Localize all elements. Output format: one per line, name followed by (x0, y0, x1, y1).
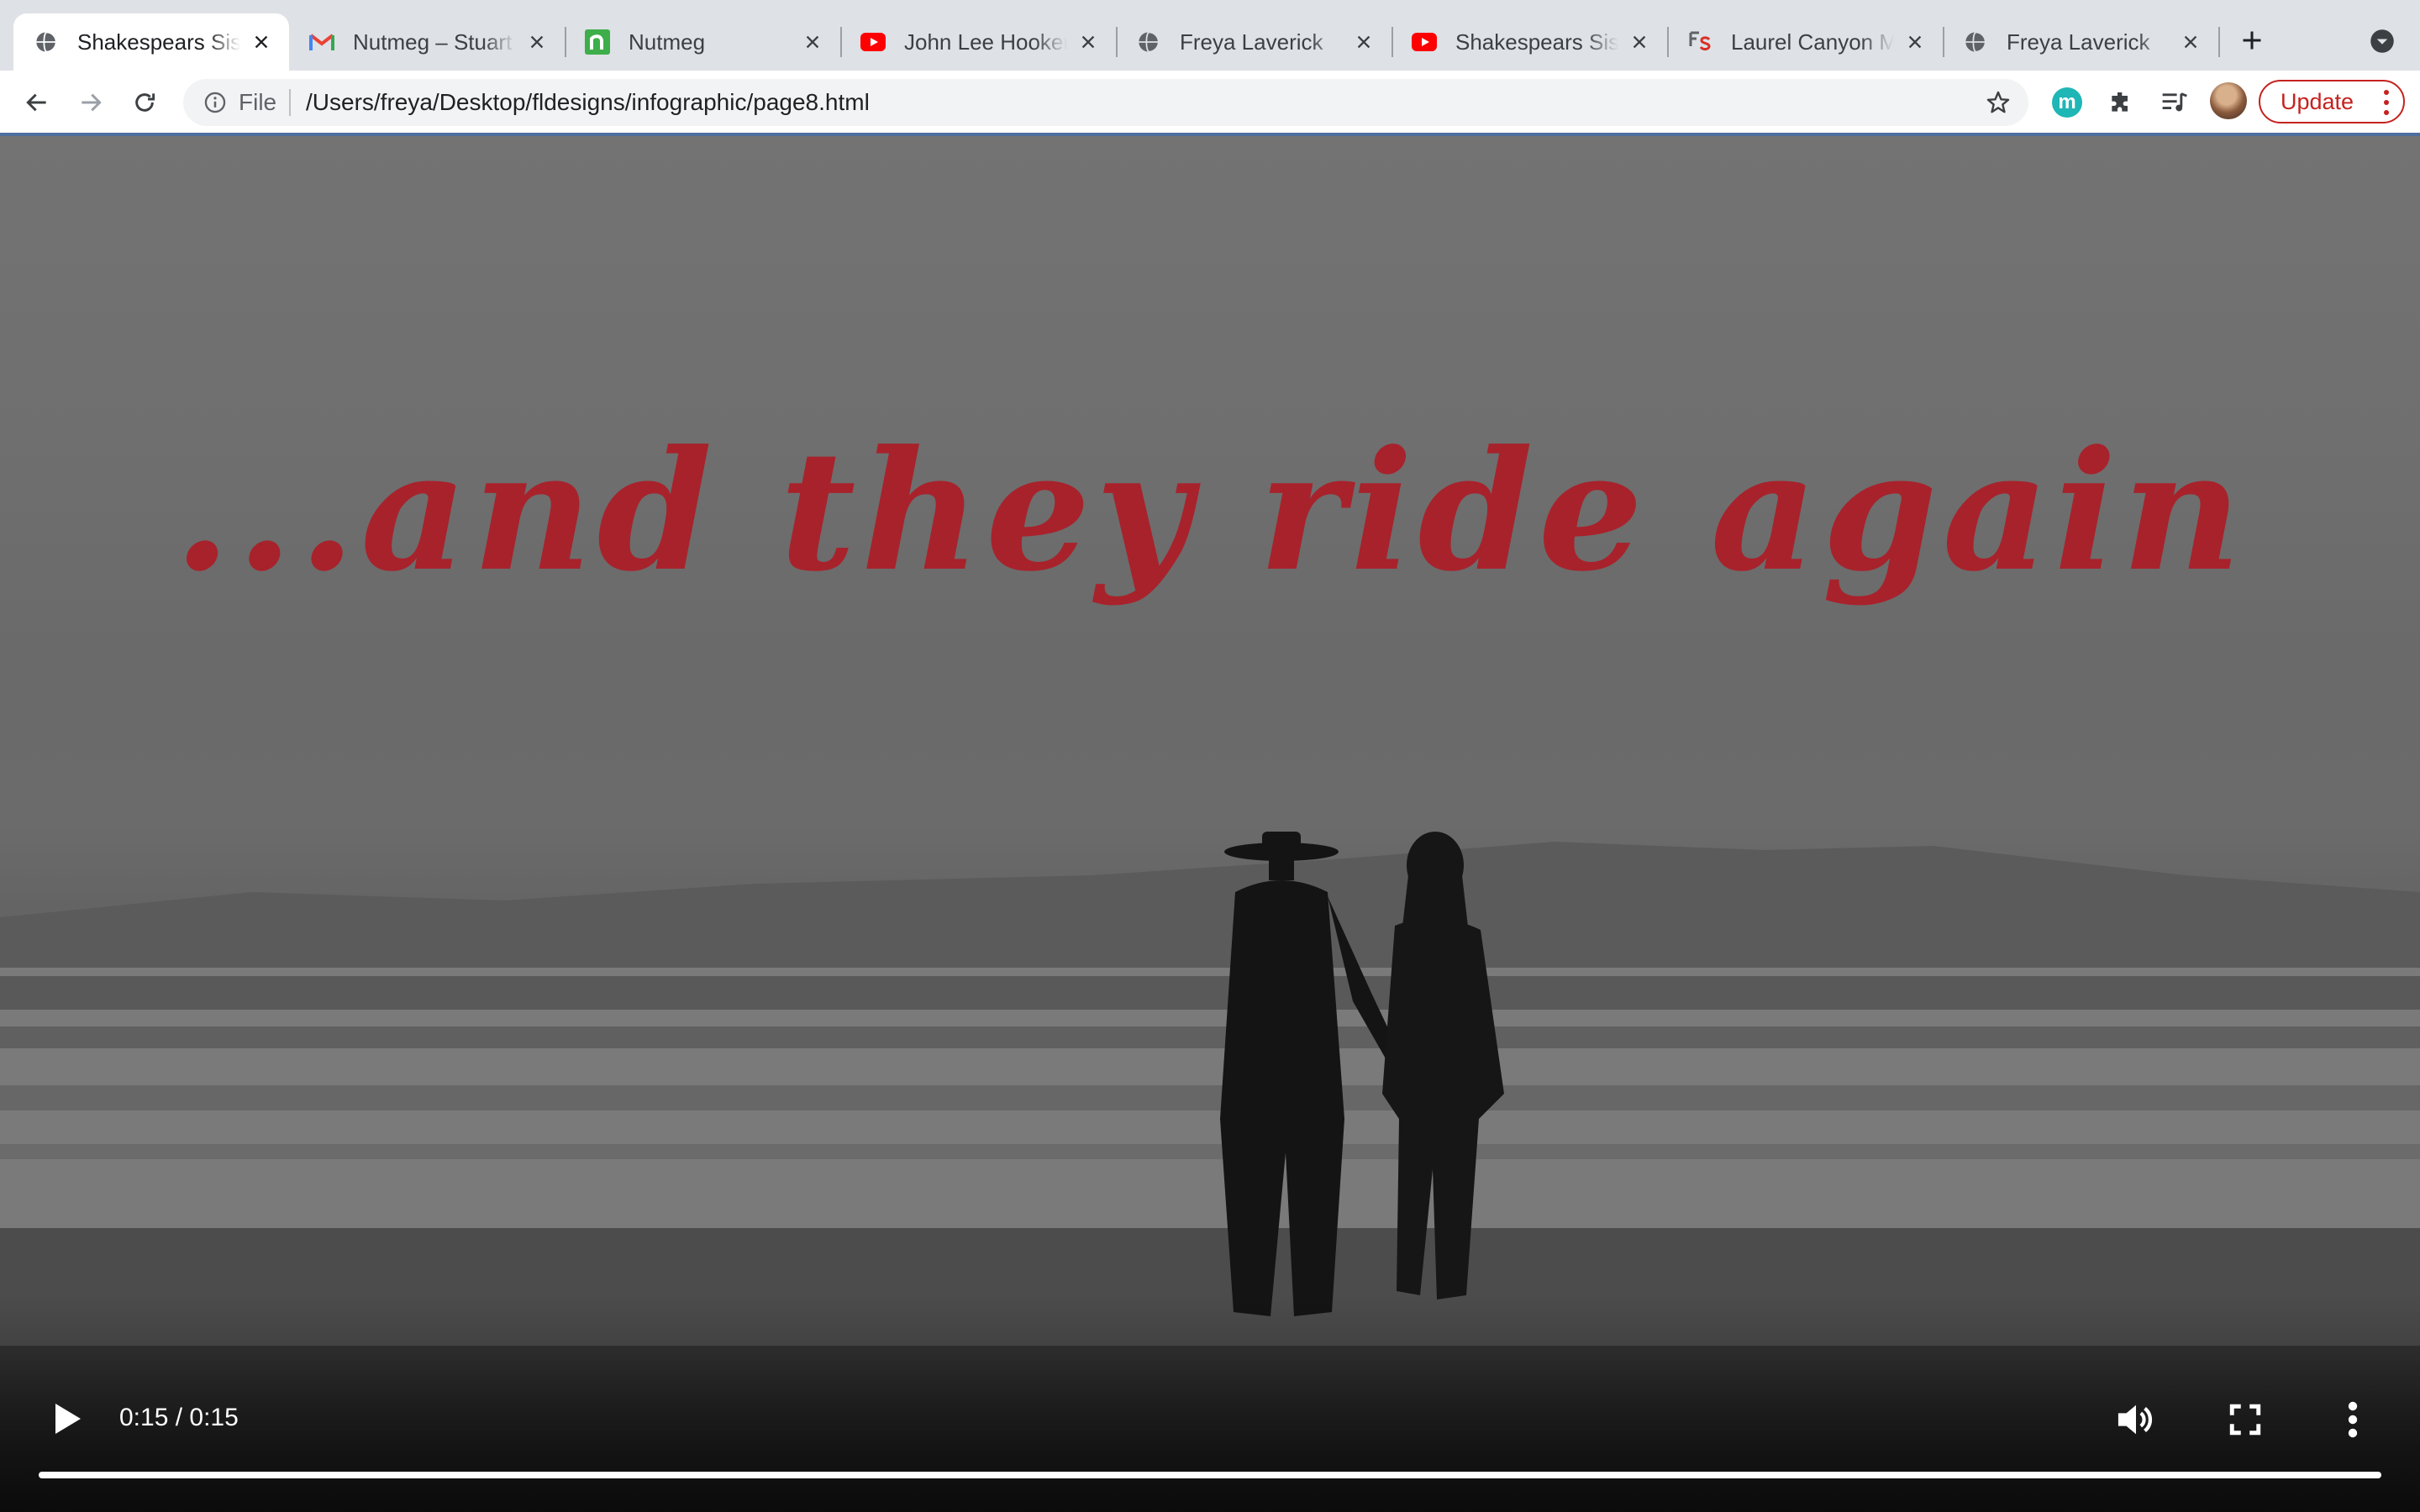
media-queue-icon[interactable] (2156, 84, 2193, 121)
tab-search-button[interactable] (2368, 27, 2396, 55)
video-time-display: 0:15 / 0:15 (119, 1404, 239, 1431)
nutmeg-icon (585, 29, 610, 55)
tab-separator (2218, 27, 2220, 57)
scrub-band (0, 976, 2420, 1010)
play-button[interactable] (49, 1398, 87, 1440)
video-progress-fill (39, 1472, 2381, 1478)
url-divider (289, 89, 291, 116)
close-tab-icon[interactable] (1076, 29, 1101, 55)
tab-shakespears-sister-youtube[interactable]: Shakespears Sister (1392, 13, 1667, 71)
tab-title: Nutmeg (629, 29, 706, 55)
profile-avatar[interactable] (2210, 82, 2247, 119)
scrub-band (0, 1085, 2420, 1110)
volume-button[interactable] (2112, 1396, 2160, 1443)
controls-gradient (0, 1294, 2420, 1512)
tab-nutmeg[interactable]: Nutmeg (565, 13, 840, 71)
url-text[interactable]: /Users/freya/Desktop/fldesigns/infograph… (306, 87, 870, 118)
mountain-range (0, 842, 2420, 976)
new-tab-button[interactable] (2235, 24, 2269, 57)
close-tab-icon[interactable] (524, 29, 550, 55)
video-overlay-title: ...and they ride again (173, 415, 2247, 608)
info-icon[interactable] (202, 89, 229, 116)
tab-title: Laurel Canyon Ma (1731, 29, 1894, 55)
close-tab-icon[interactable] (1351, 29, 1376, 55)
youtube-icon (1412, 29, 1437, 55)
close-tab-icon[interactable] (249, 29, 274, 55)
tab-john-lee-hooker[interactable]: John Lee Hooker (840, 13, 1116, 71)
fullscreen-button[interactable] (2222, 1396, 2269, 1443)
scrub-band (0, 1026, 2420, 1048)
close-tab-icon[interactable] (1902, 29, 1928, 55)
back-button[interactable] (18, 84, 55, 121)
scrub-band (0, 1144, 2420, 1159)
video-player[interactable]: ...and they ride again (0, 136, 2420, 1512)
tab-title: Nutmeg – Stuart m (353, 29, 516, 55)
tab-title: Freya Laverick (1180, 29, 1323, 55)
forward-button[interactable] (72, 84, 109, 121)
reload-button[interactable] (126, 84, 163, 121)
extension-m-icon[interactable]: m (2052, 87, 2082, 118)
tab-laurel-canyon[interactable]: Laurel Canyon Ma (1667, 13, 1943, 71)
tab-title: Freya Laverick (2007, 29, 2150, 55)
youtube-icon (860, 29, 886, 55)
update-label: Update (2281, 88, 2354, 114)
globe-icon (34, 29, 59, 55)
tab-title: John Lee Hooker (904, 29, 1067, 55)
tab-shakespears-sister[interactable]: Shakespears Sister (13, 13, 289, 71)
close-tab-icon[interactable] (2178, 29, 2203, 55)
tab-nutmeg-gmail[interactable]: Nutmeg – Stuart m (289, 13, 565, 71)
close-tab-icon[interactable] (1627, 29, 1652, 55)
more-options-button[interactable] (2329, 1396, 2376, 1443)
tab-title: Shakespears Sister (77, 29, 240, 55)
tab-freya-laverick[interactable]: Freya Laverick (1116, 13, 1392, 71)
menu-dots-icon (2383, 90, 2390, 115)
globe-icon (1963, 29, 1988, 55)
video-progress-bar[interactable] (39, 1472, 2381, 1478)
tab-freya-laverick-2[interactable]: Freya Laverick (1943, 13, 2218, 71)
update-button[interactable]: Update (2259, 80, 2405, 123)
close-tab-icon[interactable] (800, 29, 825, 55)
gmail-icon (309, 29, 334, 55)
bookmark-star-icon[interactable] (1983, 87, 2013, 118)
extensions-puzzle-icon[interactable] (2102, 84, 2139, 121)
globe-icon (1136, 29, 1161, 55)
tab-strip: Shakespears Sister Nutmeg – Stuart m Nut… (0, 0, 2420, 71)
tab-title: Shakespears Sister (1455, 29, 1618, 55)
url-scheme-label: File (239, 89, 277, 115)
fs-icon (1687, 29, 1712, 55)
